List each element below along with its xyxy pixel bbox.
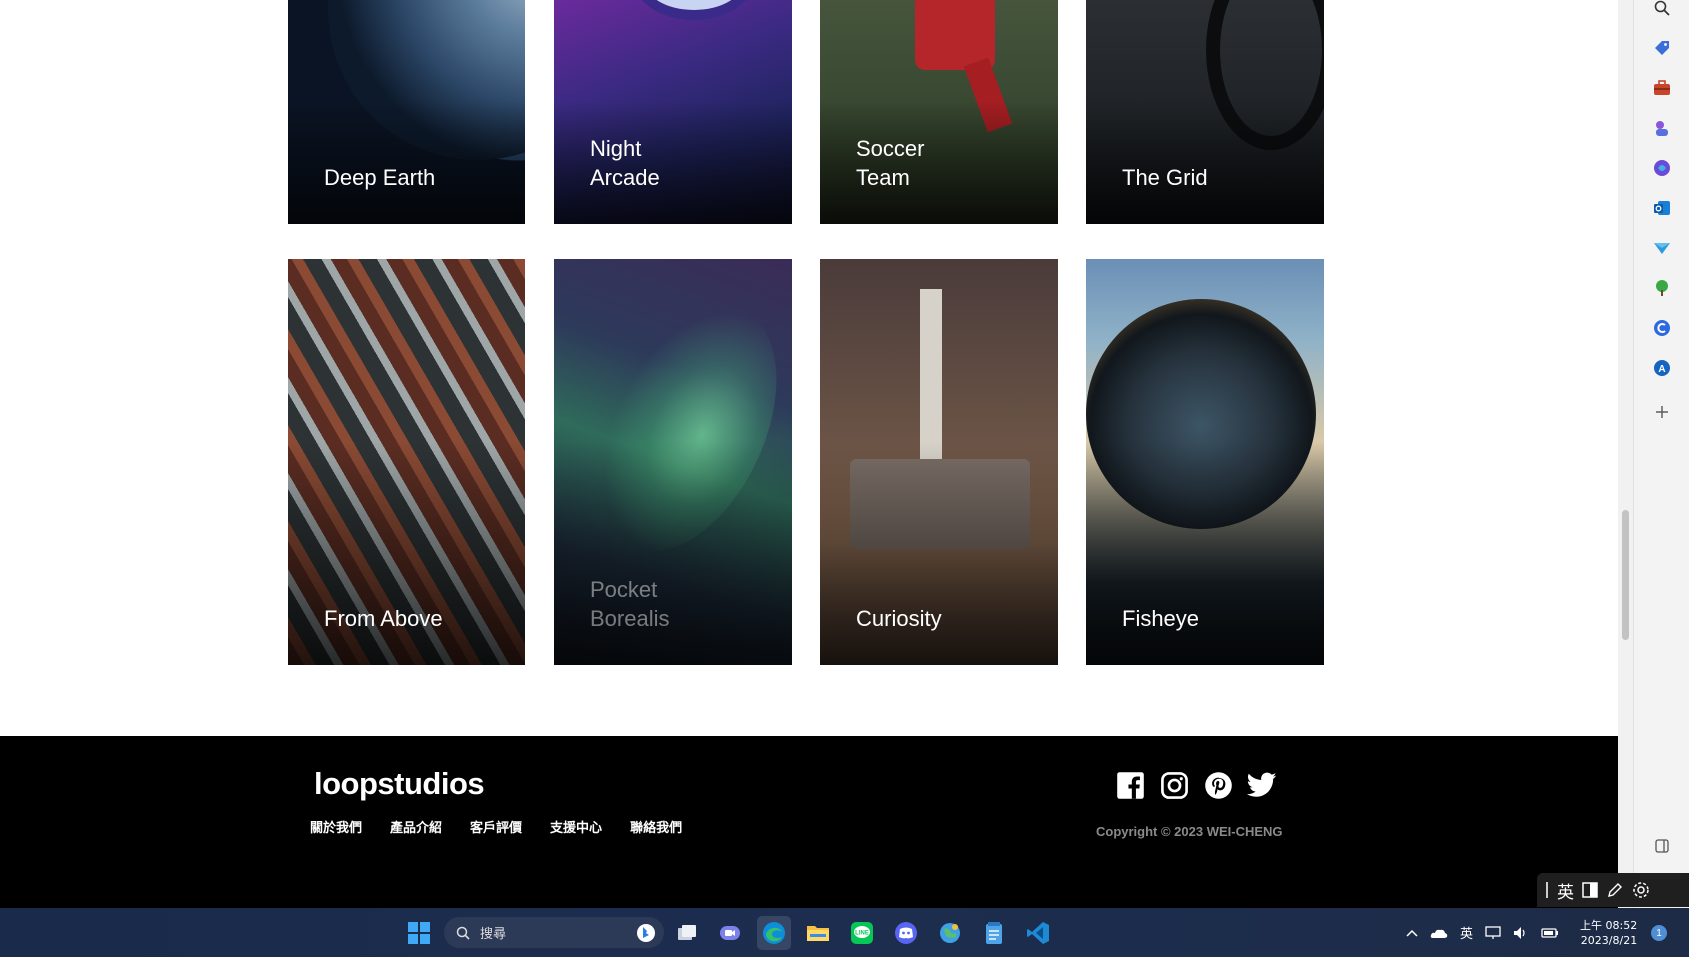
- onedrive-icon[interactable]: [1430, 927, 1448, 939]
- search-icon: [456, 926, 470, 940]
- card-fisheye[interactable]: Fisheye: [1086, 259, 1324, 665]
- send-icon[interactable]: [1650, 236, 1674, 260]
- facebook-icon[interactable]: [1115, 770, 1145, 800]
- bing-icon[interactable]: [636, 923, 656, 943]
- tag-icon[interactable]: [1650, 36, 1674, 60]
- taskbar-search[interactable]: 搜尋: [444, 917, 664, 948]
- taskbar-clock[interactable]: 上午 08:52 2023/8/21: [1580, 918, 1637, 948]
- tree-icon[interactable]: [1650, 276, 1674, 300]
- card-pocket-borealis[interactable]: Pocket Borealis: [554, 259, 792, 665]
- footer-link-products[interactable]: 產品介紹: [390, 817, 442, 836]
- svg-text:LINE: LINE: [855, 931, 869, 937]
- ime-language[interactable]: 英: [1557, 878, 1574, 903]
- network-icon[interactable]: [1485, 925, 1501, 940]
- games-icon[interactable]: [1650, 116, 1674, 140]
- start-button[interactable]: [402, 916, 436, 950]
- task-view-icon[interactable]: [670, 916, 704, 950]
- social-links: [1115, 770, 1277, 800]
- footer-link-about[interactable]: 關於我們: [310, 817, 362, 836]
- footer-link-contact[interactable]: 聯絡我們: [630, 817, 682, 836]
- taskbar: 搜尋 LINE 英 上午 08:52 2023/8/21 1: [0, 908, 1689, 957]
- discord-icon[interactable]: [889, 916, 923, 950]
- system-tray: 英: [1400, 908, 1559, 957]
- card-deep-earth[interactable]: Deep Earth: [288, 0, 525, 224]
- file-explorer-icon[interactable]: [801, 916, 835, 950]
- settings-icon[interactable]: [1632, 881, 1650, 899]
- battery-icon[interactable]: [1541, 927, 1559, 939]
- footer-logo[interactable]: loopstudios: [314, 766, 485, 802]
- search-icon[interactable]: [1650, 0, 1674, 20]
- line-app-icon[interactable]: LINE: [845, 916, 879, 950]
- chevron-up-icon[interactable]: [1406, 928, 1418, 938]
- card-title: From Above: [324, 606, 443, 631]
- drag-handle-icon[interactable]: [1545, 882, 1549, 898]
- web-page: Deep Earth Night Arcade Soccer Team The …: [0, 0, 1618, 908]
- globe-app-icon[interactable]: [933, 916, 967, 950]
- briefcase-icon[interactable]: [1650, 76, 1674, 100]
- a-icon[interactable]: A: [1650, 356, 1674, 380]
- edge-sidebar: A: [1633, 0, 1689, 908]
- vscode-icon[interactable]: [1021, 916, 1055, 950]
- notification-badge[interactable]: 1: [1651, 925, 1667, 941]
- add-icon[interactable]: [1650, 400, 1674, 424]
- twitter-icon[interactable]: [1247, 770, 1277, 800]
- card-title: Curiosity: [856, 606, 942, 631]
- card-curiosity[interactable]: Curiosity: [820, 259, 1058, 665]
- card-the-grid[interactable]: The Grid: [1086, 0, 1324, 224]
- instagram-icon[interactable]: [1159, 770, 1189, 800]
- card-soccer-team[interactable]: Soccer Team: [820, 0, 1058, 224]
- teams-chat-icon[interactable]: [713, 916, 747, 950]
- card-from-above[interactable]: From Above: [288, 259, 525, 665]
- pencil-icon[interactable]: [1606, 881, 1624, 899]
- card-title: Soccer Team: [856, 136, 925, 190]
- card-title: The Grid: [1122, 165, 1208, 190]
- clock-date: 2023/8/21: [1580, 934, 1638, 947]
- pinterest-icon[interactable]: [1203, 770, 1233, 800]
- sidebar-toggle-icon[interactable]: [1650, 834, 1674, 858]
- footer-link-support[interactable]: 支援中心: [550, 817, 602, 836]
- outlook-icon[interactable]: [1650, 196, 1674, 220]
- svg-text:A: A: [1658, 364, 1665, 375]
- card-title: Deep Earth: [324, 165, 436, 190]
- footer-link-reviews[interactable]: 客戶評價: [470, 817, 522, 836]
- card-night-arcade[interactable]: Night Arcade: [554, 0, 792, 224]
- card-title: Night Arcade: [590, 136, 660, 190]
- tray-language[interactable]: 英: [1460, 923, 1473, 942]
- scrollbar-thumb[interactable]: [1622, 510, 1629, 640]
- ime-toolbar: 英: [1537, 873, 1689, 907]
- c-icon[interactable]: [1650, 316, 1674, 340]
- page-scrollbar[interactable]: [1618, 0, 1633, 908]
- copyright-text: Copyright © 2023 WEI-CHENG: [1096, 824, 1283, 839]
- notepad-icon[interactable]: [977, 916, 1011, 950]
- footer: loopstudios 關於我們 產品介紹 客戶評價 支援中心 聯絡我們 Cop…: [0, 736, 1618, 908]
- footer-nav: 關於我們 產品介紹 客戶評價 支援中心 聯絡我們: [310, 817, 682, 836]
- search-placeholder: 搜尋: [480, 927, 507, 942]
- layout-icon[interactable]: [1582, 882, 1598, 898]
- card-title: Pocket Borealis: [590, 577, 670, 631]
- edge-browser-icon[interactable]: [757, 916, 791, 950]
- copilot-icon[interactable]: [1650, 156, 1674, 180]
- volume-icon[interactable]: [1513, 926, 1529, 940]
- card-title: Fisheye: [1122, 606, 1200, 631]
- clock-time: 上午 08:52: [1580, 919, 1638, 932]
